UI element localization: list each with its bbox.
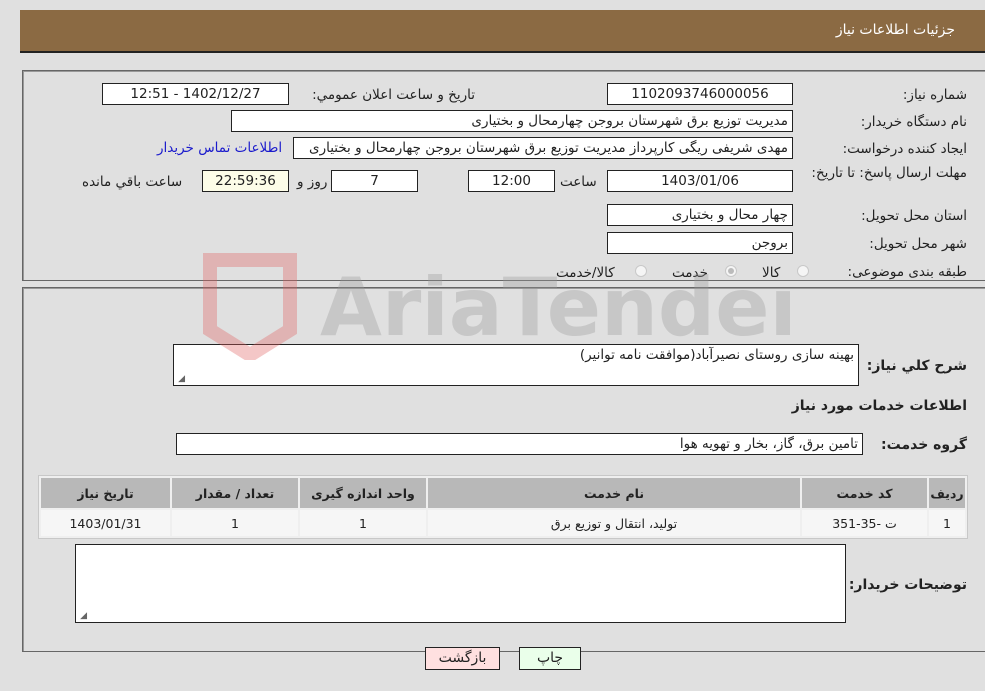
category-radio-goods-service[interactable] <box>635 265 647 277</box>
creator-label: ایجاد کننده درخواست: <box>842 141 967 157</box>
deadline-time-field: 12:00 <box>468 170 555 192</box>
category-option-goods-service: کالا/خدمت <box>556 265 615 281</box>
description-text: بهینه سازی روستای نصیرآباد(موافقت نامه ت… <box>579 347 854 363</box>
col-header-unit: واحد اندازه گیری <box>300 478 426 508</box>
services-section-title: اطلاعات خدمات مورد نیاز <box>791 398 967 414</box>
service-group-field: تامین برق، گاز، بخار و تهویه هوا <box>176 433 863 455</box>
remaining-time-label: ساعت باقي مانده <box>82 174 183 190</box>
creator-field: مهدی شریفی ریگی کارپرداز مدیریت توزیع بر… <box>293 137 793 159</box>
deadline-label: مهلت ارسال پاسخ: تا تاریخ: <box>811 165 967 181</box>
services-table: ردیف کد خدمت نام خدمت واحد اندازه گیری ت… <box>38 475 968 539</box>
category-radio-service[interactable] <box>725 265 737 277</box>
remaining-time-field: 22:59:36 <box>202 170 289 192</box>
back-button[interactable]: بازگشت <box>425 647 500 670</box>
resize-grip-icon[interactable]: ◢ <box>177 375 185 384</box>
category-label: طبقه بندی موضوعی: <box>847 264 967 280</box>
deadline-time-label: ساعت <box>560 174 597 190</box>
col-header-service-name: نام خدمت <box>428 478 800 508</box>
col-header-service-code: کد خدمت <box>802 478 927 508</box>
cell-unit: 1 <box>300 510 426 536</box>
cell-row-num: 1 <box>929 510 965 536</box>
city-field: بروجن <box>607 232 793 254</box>
table-row: 1 ت -35-351 تولید، انتقال و توزیع برق 1 … <box>41 510 965 536</box>
cell-service-code: ت -35-351 <box>802 510 927 536</box>
need-number-field: 1102093746000056 <box>607 83 793 105</box>
cell-need-date: 1403/01/31 <box>41 510 170 536</box>
province-field: چهار محال و بختیاری <box>607 204 793 226</box>
description-label: شرح کلي نیاز: <box>866 358 967 374</box>
announce-label: تاریخ و ساعت اعلان عمومي: <box>312 87 475 103</box>
province-label: استان محل تحویل: <box>861 208 967 224</box>
resize-grip-icon[interactable]: ◢ <box>79 612 87 621</box>
deadline-date-field: 1403/01/06 <box>607 170 793 192</box>
description-textarea[interactable]: بهینه سازی روستای نصیرآباد(موافقت نامه ت… <box>173 344 859 386</box>
page-title: جزئیات اطلاعات نیاز <box>835 22 955 38</box>
buyer-org-field: مدیریت توزیع برق شهرستان بروجن چهارمحال … <box>231 110 793 132</box>
col-header-quantity: تعداد / مقدار <box>172 478 298 508</box>
days-label: روز و <box>297 174 328 190</box>
category-radio-goods[interactable] <box>797 265 809 277</box>
col-header-need-date: تاریخ نیاز <box>41 478 170 508</box>
buyer-notes-textarea[interactable]: ◢ <box>75 544 846 623</box>
col-header-row-num: ردیف <box>929 478 965 508</box>
buyer-org-label: نام دستگاه خریدار: <box>860 114 967 130</box>
cell-quantity: 1 <box>172 510 298 536</box>
buyer-contact-link[interactable]: اطلاعات تماس خریدار <box>157 140 282 156</box>
category-option-goods: کالا <box>762 265 781 281</box>
print-button[interactable]: چاپ <box>519 647 581 670</box>
need-number-label: شماره نیاز: <box>902 87 967 103</box>
cell-service-name: تولید، انتقال و توزیع برق <box>428 510 800 536</box>
page-header: جزئیات اطلاعات نیاز <box>20 10 985 53</box>
days-remaining-field: 7 <box>331 170 418 192</box>
category-option-service: خدمت <box>672 265 708 281</box>
city-label: شهر محل تحویل: <box>869 236 967 252</box>
announce-datetime-field: 1402/12/27 - 12:51 <box>102 83 289 105</box>
table-header-row: ردیف کد خدمت نام خدمت واحد اندازه گیری ت… <box>41 478 965 508</box>
service-group-label: گروه خدمت: <box>881 437 967 453</box>
buyer-notes-label: توضیحات خریدار: <box>848 577 967 593</box>
